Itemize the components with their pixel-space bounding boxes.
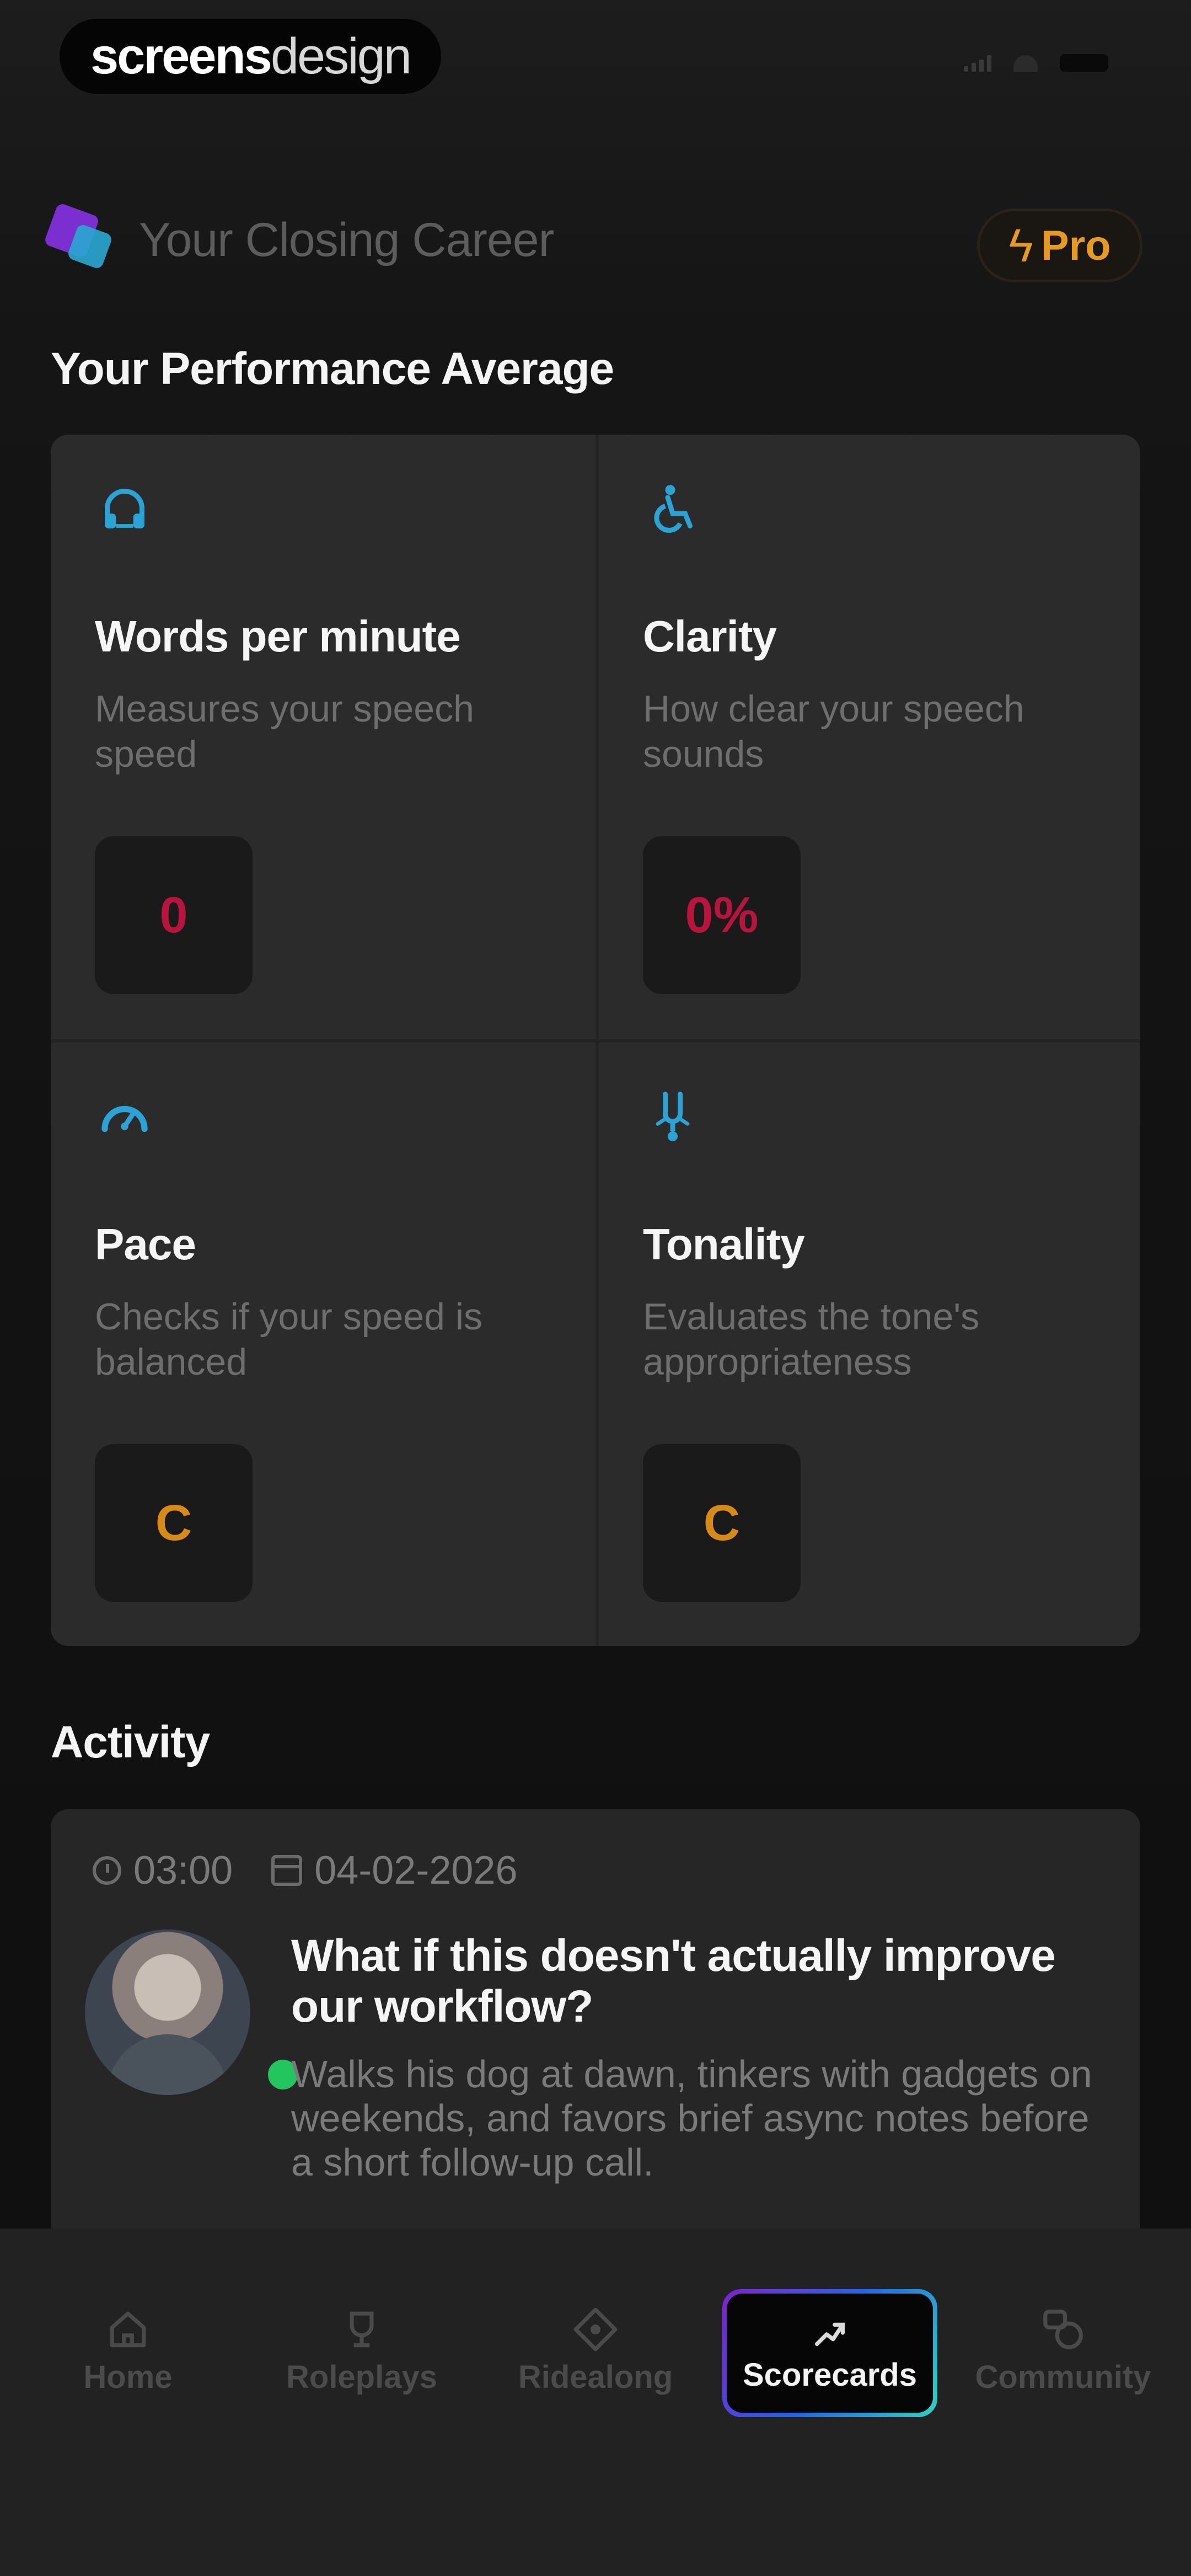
performance-grid: Words per minute Measures your speech sp…	[51, 435, 1140, 1646]
status-icons	[964, 54, 1108, 72]
battery-icon	[1060, 54, 1108, 72]
clock-icon	[93, 1856, 121, 1885]
gauge-icon	[101, 1105, 148, 1132]
avatar	[85, 1930, 250, 2095]
activity-duration: 03:00	[133, 1848, 233, 1893]
page-title: Your Closing Career	[139, 213, 554, 266]
pro-badge-button[interactable]: ϟ Pro	[977, 209, 1142, 282]
activity-description: Walks his dog at dawn, tinkers with gadg…	[291, 2053, 1092, 2184]
trend-up-icon	[815, 2322, 845, 2346]
signal-icon	[964, 55, 991, 72]
metric-title: Tonality	[643, 1220, 805, 1269]
nav-label: Scorecards	[743, 2356, 917, 2393]
metric-title: Clarity	[643, 612, 777, 661]
nav-item-scorecards[interactable]: Scorecards	[722, 2289, 937, 2417]
activity-meta: 03:00 04-02-2026	[93, 1848, 545, 1893]
bottom-navigation: Home Roleplays Ridealong Scorecards Comm…	[0, 2228, 1191, 2576]
page-header: Your Closing Career	[43, 202, 554, 276]
metric-value: 0%	[643, 836, 801, 994]
app-logo-icon	[43, 202, 117, 276]
nav-label: Ridealong	[518, 2359, 673, 2395]
activity-date: 04-02-2026	[314, 1848, 518, 1893]
pro-label: Pro	[1040, 222, 1111, 269]
trophy-icon	[350, 2311, 374, 2348]
accessibility-icon	[654, 485, 693, 533]
metric-value: 0	[95, 836, 253, 994]
nav-label: Roleplays	[286, 2359, 437, 2395]
activity-title: What if this doesn't actually improve ou…	[291, 1931, 1056, 2032]
watermark-light-text: design	[270, 28, 412, 84]
metric-title: Pace	[95, 1220, 196, 1269]
metric-description: Evaluates the tone's appropriateness	[643, 1296, 980, 1383]
metric-card-clarity[interactable]: Clarity How clear your speech sounds 0%	[599, 435, 1140, 1039]
metric-description: Measures your speech speed	[95, 688, 474, 775]
headset-icon	[105, 489, 144, 528]
wifi-icon	[1013, 55, 1038, 72]
date-meta: 04-02-2026	[271, 1848, 517, 1893]
performance-section-title: Your Performance Average	[51, 344, 614, 394]
nav-label: Community	[975, 2359, 1151, 2395]
duration-meta: 03:00	[93, 1848, 233, 1893]
app-screen: screens design Your Closing Career ϟ Pro …	[0, 0, 1191, 2576]
calendar-icon	[271, 1855, 303, 1886]
metric-card-tonality[interactable]: Tonality Evaluates the tone's appropriat…	[599, 1043, 1140, 1646]
home-icon	[110, 2311, 146, 2348]
metric-card-pace[interactable]: Pace Checks if your speed is balanced C	[51, 1043, 596, 1646]
tuning-fork-icon	[656, 1092, 690, 1141]
watermark-bold-text: screens	[90, 28, 272, 84]
metric-description: Checks if your speed is balanced	[95, 1296, 482, 1383]
activity-section-title: Activity	[51, 1717, 210, 1767]
community-icon	[1043, 2310, 1083, 2349]
metric-description: How clear your speech sounds	[643, 688, 1024, 775]
nav-item-community[interactable]: Community	[944, 2306, 1182, 2396]
nav-item-roleplays[interactable]: Roleplays	[243, 2306, 481, 2396]
metric-value: C	[643, 1444, 801, 1602]
metric-title: Words per minute	[95, 612, 461, 661]
metric-card-words-per-minute[interactable]: Words per minute Measures your speech sp…	[51, 435, 596, 1039]
nav-item-ridealong[interactable]: Ridealong	[476, 2306, 715, 2396]
screensdesign-watermark: screens design	[60, 19, 441, 94]
nav-label: Home	[83, 2359, 173, 2395]
lightning-icon: ϟ	[1008, 220, 1033, 271]
compass-icon	[573, 2307, 618, 2351]
nav-item-home[interactable]: Home	[9, 2306, 247, 2396]
metric-value: C	[95, 1444, 253, 1602]
